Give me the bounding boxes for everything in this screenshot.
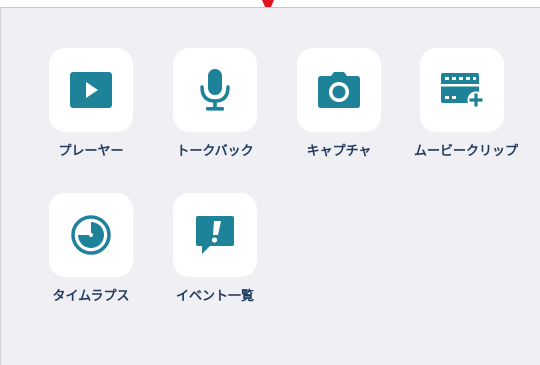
event-list-icon-box[interactable] xyxy=(173,193,257,277)
talkback-tile[interactable]: トークバック xyxy=(167,48,263,160)
play-icon xyxy=(70,72,112,108)
capture-icon-box[interactable] xyxy=(297,48,381,132)
player-icon-box[interactable] xyxy=(49,48,133,132)
movie-clip-tile[interactable]: ムービークリップ xyxy=(414,48,519,160)
microphone-icon xyxy=(200,69,230,111)
talkback-icon-box[interactable] xyxy=(173,48,257,132)
player-label: プレーヤー xyxy=(58,144,124,159)
event-list-tile[interactable]: イベント一覧 xyxy=(167,193,263,305)
camera-icon xyxy=(318,72,360,108)
talkback-label: トークバック xyxy=(176,144,254,159)
film-add-icon xyxy=(441,73,485,109)
movie-clip-label: ムービークリップ xyxy=(414,144,519,159)
timelapse-label: タイムラプス xyxy=(52,289,130,304)
panel-left-border xyxy=(0,7,1,365)
capture-tile[interactable]: キャプチャ xyxy=(291,48,387,160)
timelapse-tile[interactable]: タイムラプス xyxy=(43,193,139,305)
capture-label: キャプチャ xyxy=(306,144,372,159)
timelapse-icon-box[interactable] xyxy=(49,193,133,277)
event-list-label: イベント一覧 xyxy=(175,289,254,304)
event-alert-icon xyxy=(196,216,234,254)
player-tile[interactable]: プレーヤー xyxy=(43,48,139,160)
movie-clip-icon-box[interactable] xyxy=(420,48,504,132)
timelapse-icon xyxy=(71,215,111,255)
